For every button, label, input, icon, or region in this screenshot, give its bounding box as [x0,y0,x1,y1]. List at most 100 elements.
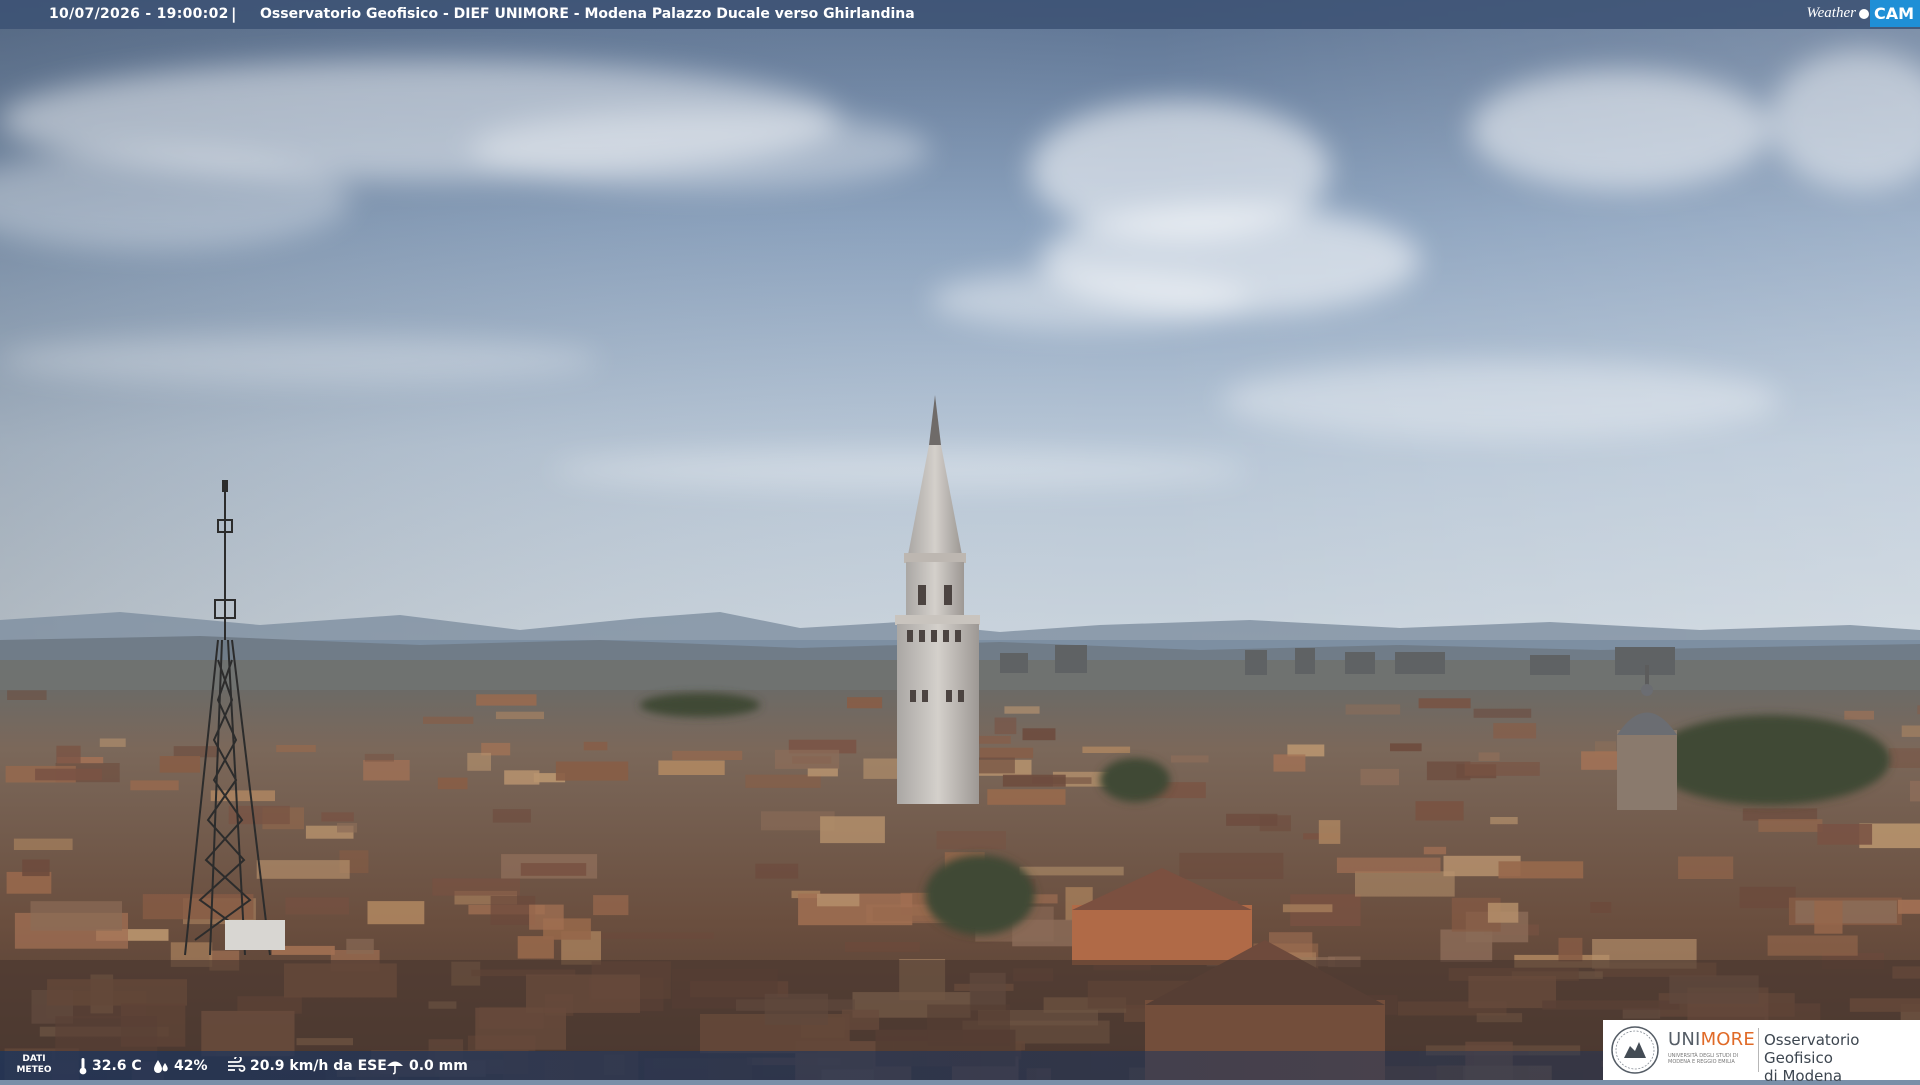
roof-shape [432,878,520,895]
wind-value: 20.9 km/h da ESE [250,1058,387,1074]
roof-shape [56,746,80,764]
roof-shape [143,894,254,919]
header-separator: | [231,5,236,23]
roof-shape [100,739,126,747]
roof-shape [160,756,200,773]
roof-shape [1171,756,1209,763]
roof-shape [817,894,859,907]
observatory-name: Osservatorio Geofisico di Modena [1764,1031,1920,1085]
roof-shape [979,736,1011,744]
roof-shape [1020,867,1124,876]
observatory-name-line1: Osservatorio Geofisico [1764,1031,1920,1067]
roof-shape [365,754,394,762]
rain-reading: 0.0 mm [385,1057,468,1075]
roof-shape [1274,754,1306,771]
roof-shape [1355,871,1455,896]
roof-shape [174,746,219,757]
roof-shape [14,839,73,850]
roof-shape [595,932,714,939]
roof-shape [937,831,1006,849]
roof-shape [1795,901,1897,924]
rain-icon [385,1057,405,1075]
roof-shape [1419,698,1471,708]
roof-shape [1082,747,1130,753]
roof-shape [130,780,178,790]
weather-data-label: DATI METEO [14,1054,54,1076]
unimore-seal-icon [1610,1025,1660,1075]
roof-shape [1814,901,1842,934]
weather-data-bar: DATI METEO 32.6 C 42% 20.9 km/h da ESE 0… [0,1051,1603,1080]
roof-shape [987,789,1065,805]
humidity-reading: 42% [152,1057,208,1075]
roof-shape [1283,904,1333,912]
roof-shape [745,775,820,788]
roof-shape [493,809,531,823]
roof-shape [7,690,47,700]
roof-shape [1768,936,1858,956]
roof-shape [1817,824,1872,845]
roof-shape [1319,820,1341,844]
roof-shape [1361,769,1400,785]
roof-shape [1390,743,1422,751]
wind-icon [226,1057,246,1075]
weathercam-logo: Weather CAM [1807,0,1920,27]
roof-shape [1559,938,1583,962]
roof-shape [1023,728,1056,740]
roof-shape [1590,902,1611,913]
roof-shape [1004,706,1039,713]
webcam-image [0,0,1920,1080]
logo-divider [1758,1028,1759,1072]
weather-data-label-line2: METEO [14,1065,54,1076]
roof-shape [257,860,350,879]
roof-shape [672,751,742,760]
roof-shape [847,697,882,708]
roof-shape [1465,762,1540,776]
roof-shape [346,939,374,954]
roof-shape [1479,752,1500,761]
roof-shape [1743,808,1817,820]
roof-shape [1499,861,1584,878]
roof-shape [593,895,628,915]
roof-shape [658,761,724,776]
roof-shape [438,778,468,790]
roof-shape [980,748,1033,759]
roof-shape [1032,777,1091,784]
roof-shape [1474,709,1532,718]
temperature-reading: 32.6 C [78,1057,142,1075]
roof-shape [476,694,536,705]
roof-shape [556,762,628,781]
roof-shape [1179,853,1283,879]
roof-shape [1493,723,1536,738]
roof-shape [1488,903,1518,923]
roof-shape [31,901,123,931]
roof-shape [423,717,473,724]
roof-shape [35,769,102,781]
roof-shape [496,712,544,719]
unimore-subtitle: UNIVERSITÀ DEGLI STUDI DI MODENA E REGGI… [1668,1053,1756,1065]
roof-shape [521,863,586,876]
roof-shape [1416,801,1464,820]
roof-shape [1902,726,1920,737]
weather-data-label-line1: DATI [14,1054,54,1065]
roof-shape [1226,814,1277,826]
roof-shape [995,718,1017,735]
rain-value: 0.0 mm [409,1058,468,1074]
roof-shape [363,760,410,781]
observatory-name-line2: di Modena [1764,1067,1920,1085]
roof-shape [211,790,275,801]
unimore-wordmark-uni: UNI [1668,1029,1701,1050]
humidity-value: 42% [174,1058,208,1074]
roof-shape [820,816,885,843]
weathercam-logo-word1: Weather [1807,5,1858,22]
roof-shape [808,769,838,777]
capture-datetime: 10/07/2026 - 19:00:02 [49,6,229,22]
thermometer-icon [78,1057,88,1075]
unimore-wordmark: UNIMORE [1668,1029,1755,1050]
roof-shape [1889,748,1920,768]
roof-shape [1758,819,1822,832]
roof-shape [1346,704,1401,714]
weathercam-dot-icon [1859,9,1869,19]
unimore-observatory-logo: UNIMORE UNIVERSITÀ DEGLI STUDI DI MODENA… [1603,1020,1920,1080]
roof-shape [1490,817,1518,824]
roof-shape [1678,857,1733,880]
